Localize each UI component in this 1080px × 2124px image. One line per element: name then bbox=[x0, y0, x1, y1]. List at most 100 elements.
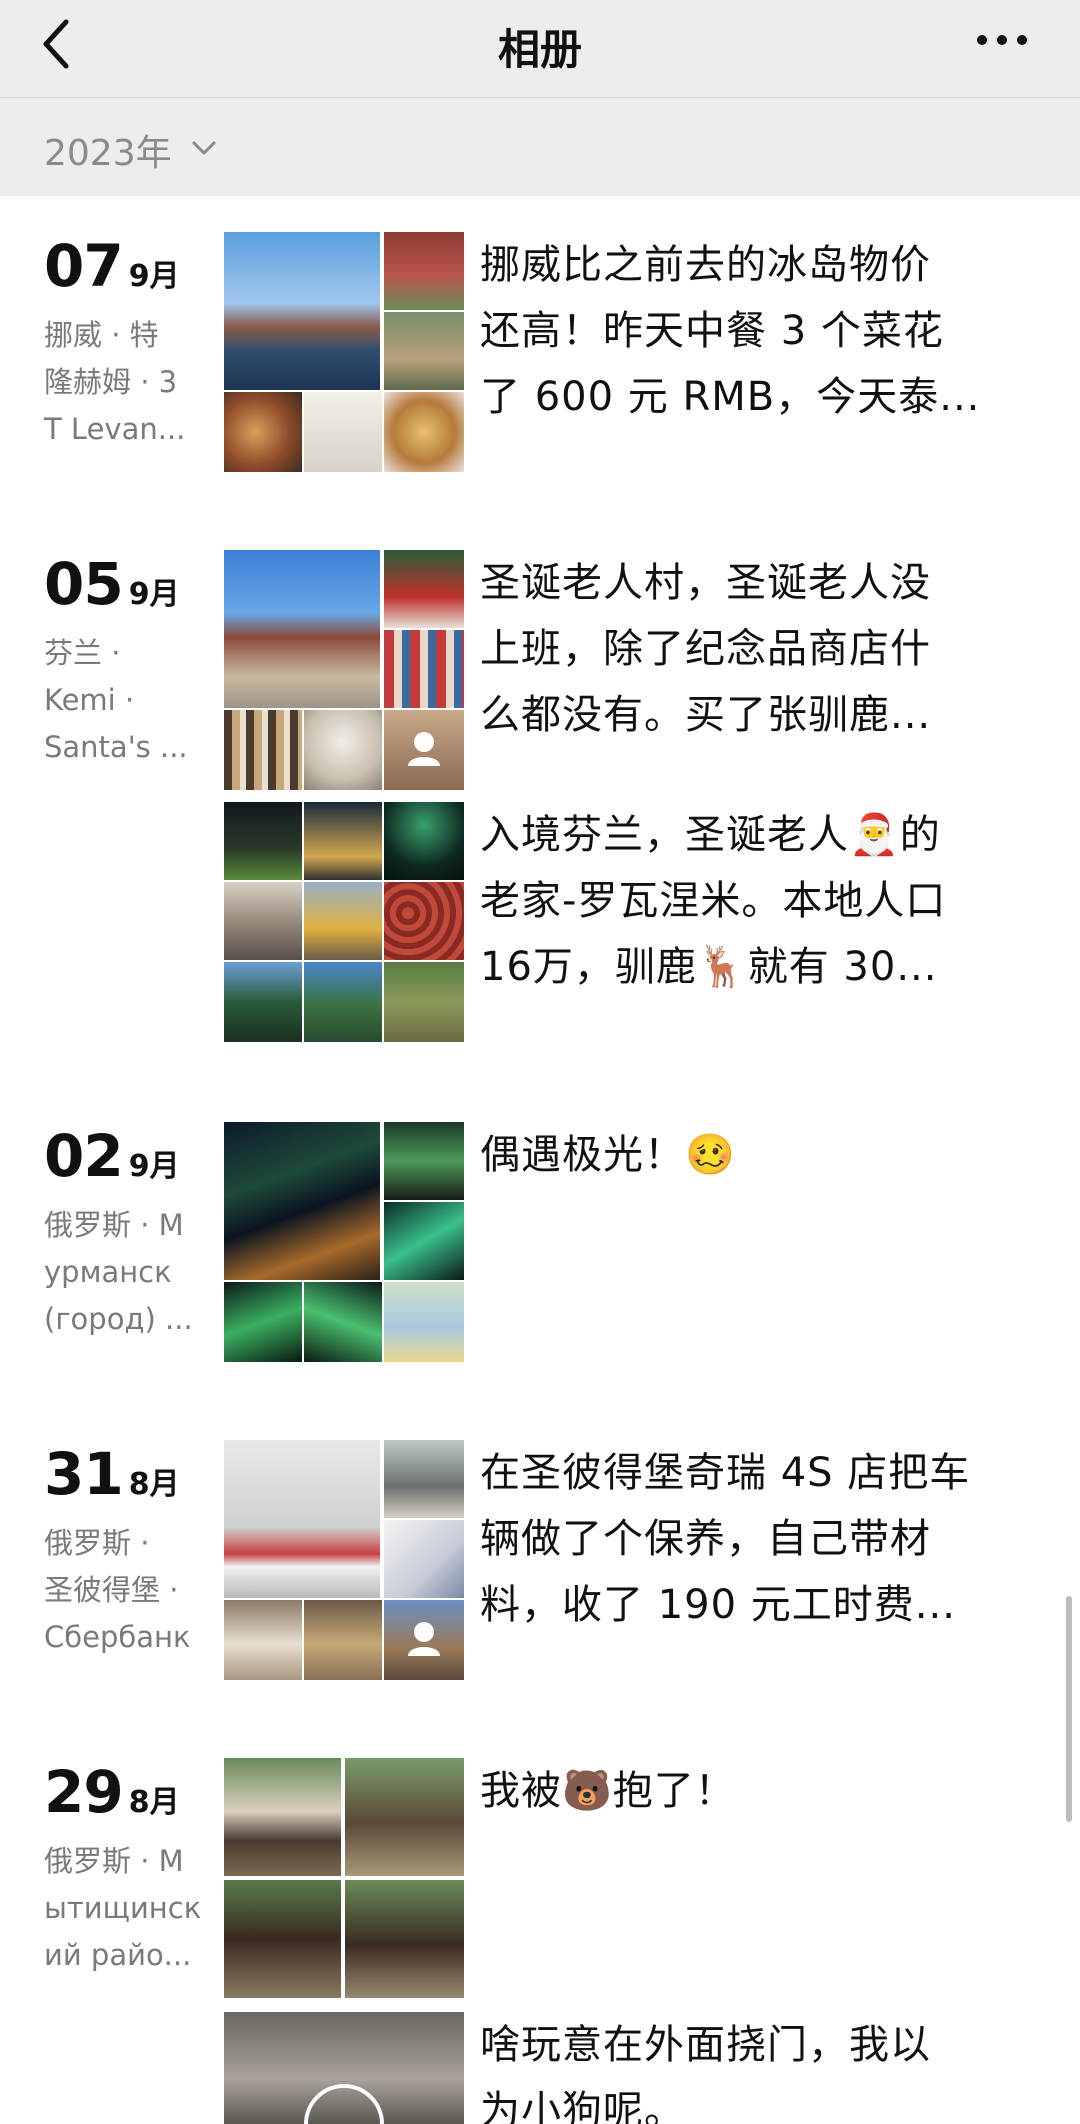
date-month: 9月 bbox=[128, 259, 180, 294]
photo-thumbnail[interactable] bbox=[304, 392, 382, 472]
photo-thumbnail[interactable] bbox=[384, 710, 464, 790]
photo-thumbnail[interactable] bbox=[384, 1202, 464, 1280]
photo-thumbnail[interactable] bbox=[224, 392, 302, 472]
photo-thumbnail[interactable] bbox=[224, 1758, 341, 1876]
date-month: 8月 bbox=[128, 1467, 180, 1502]
album-post[interactable]: 入境芬兰，圣诞老人🎅的 老家-罗瓦涅米。本地人口 16万，驯鹿🦌就有 30... bbox=[0, 802, 1080, 1042]
location-line: 芬兰 · bbox=[44, 636, 121, 670]
chevron-down-icon bbox=[192, 141, 216, 155]
video-thumbnail[interactable] bbox=[224, 2012, 464, 2124]
date-day: 07 bbox=[44, 232, 124, 300]
person-icon bbox=[408, 1622, 440, 1656]
photo-grid[interactable] bbox=[224, 802, 464, 1042]
post-date: 02 9月 bbox=[44, 1122, 180, 1190]
location-line: T Levan... bbox=[44, 412, 186, 446]
photo-grid[interactable] bbox=[224, 1440, 464, 1680]
photo-thumbnail[interactable] bbox=[224, 1122, 380, 1280]
text-line: 偶遇极光！🥴 bbox=[480, 1132, 736, 1178]
post-date: 07 9月 bbox=[44, 232, 180, 300]
date-month: 9月 bbox=[128, 577, 180, 612]
photo-thumbnail[interactable] bbox=[384, 1440, 464, 1518]
album-post[interactable]: 07 9月 挪威 · 特 隆赫姆 · 3 T Levan... 挪威比之前去的冰岛… bbox=[0, 232, 1080, 472]
text-line: 还高！昨天中餐 3 个菜花 bbox=[480, 308, 944, 354]
text-line: 为小狗呢。 bbox=[480, 2088, 685, 2124]
location-line: Santa's ... bbox=[44, 730, 188, 764]
photo-thumbnail[interactable] bbox=[224, 232, 380, 390]
photo-thumbnail[interactable] bbox=[384, 1282, 464, 1362]
photo-thumbnail[interactable] bbox=[384, 312, 464, 390]
location-line: ий райо... bbox=[44, 1938, 192, 1972]
post-date: 05 9月 bbox=[44, 550, 180, 618]
photo-thumbnail[interactable] bbox=[224, 550, 380, 708]
location-line: ытищинск bbox=[44, 1891, 202, 1925]
photo-thumbnail[interactable] bbox=[384, 1600, 464, 1680]
photo-thumbnail[interactable] bbox=[224, 1880, 341, 1998]
text-line: 挪威比之前去的冰岛物价 bbox=[480, 242, 931, 288]
photo-thumbnail[interactable] bbox=[384, 232, 464, 310]
post-text: 我被🐻抱了！ bbox=[480, 1758, 1020, 1824]
text-line: 啥玩意在外面挠门，我以 bbox=[480, 2022, 931, 2068]
location-line: 圣彼得堡 · bbox=[44, 1573, 179, 1607]
photo-thumbnail[interactable] bbox=[304, 802, 382, 880]
location-line: 挪威 · 特 bbox=[44, 318, 159, 352]
play-icon bbox=[304, 2084, 384, 2124]
photo-grid[interactable] bbox=[224, 1122, 464, 1362]
scrollbar[interactable] bbox=[1066, 1596, 1072, 1822]
photo-thumbnail[interactable] bbox=[384, 630, 464, 708]
location-line: Сбербанк bbox=[44, 1620, 191, 1654]
location-line: 俄罗斯 · bbox=[44, 1526, 150, 1560]
date-month: 9月 bbox=[128, 1149, 180, 1184]
location-line: 隆赫姆 · 3 bbox=[44, 365, 178, 399]
album-post[interactable]: 31 8月 俄罗斯 · 圣彼得堡 · Сбербанк 在圣彼得堡奇瑞 4S 店把… bbox=[0, 1440, 1080, 1680]
photo-thumbnail[interactable] bbox=[304, 962, 382, 1042]
date-day: 05 bbox=[44, 550, 124, 618]
photo-thumbnail[interactable] bbox=[304, 1600, 382, 1680]
photo-thumbnail[interactable] bbox=[304, 882, 382, 960]
post-location: 俄罗斯 · 圣彼得堡 · Сбербанк bbox=[44, 1520, 214, 1661]
text-line: 料，收了 190 元工时费... bbox=[480, 1582, 956, 1628]
post-location: 挪威 · 特 隆赫姆 · 3 T Levan... bbox=[44, 312, 214, 453]
more-button[interactable] bbox=[972, 20, 1032, 60]
photo-thumbnail[interactable] bbox=[224, 1600, 302, 1680]
photo-thumbnail[interactable] bbox=[384, 1520, 464, 1598]
photo-thumbnail[interactable] bbox=[224, 882, 302, 960]
location-line: (город) ... bbox=[44, 1302, 193, 1336]
photo-thumbnail[interactable] bbox=[384, 802, 464, 880]
photo-thumbnail[interactable] bbox=[224, 962, 302, 1042]
page-title: 相册 bbox=[497, 25, 582, 74]
photo-thumbnail[interactable] bbox=[384, 962, 464, 1042]
album-post[interactable]: 啥玩意在外面挠门，我以 为小狗呢。 bbox=[0, 2012, 1080, 2124]
location-line: 俄罗斯 · М bbox=[44, 1844, 184, 1878]
location-line: 俄罗斯 · M bbox=[44, 1208, 184, 1242]
date-day: 29 bbox=[44, 1758, 124, 1826]
album-post[interactable]: 05 9月 芬兰 · Kemi · Santa's ... 圣诞老人村，圣诞老人没… bbox=[0, 550, 1080, 790]
year-label: 2023年 bbox=[44, 133, 172, 174]
photo-thumbnail[interactable] bbox=[224, 1282, 302, 1362]
photo-thumbnail[interactable] bbox=[384, 1122, 464, 1200]
photo-thumbnail[interactable] bbox=[304, 1282, 382, 1362]
photo-grid[interactable] bbox=[224, 1758, 464, 1998]
location-line: урманск bbox=[44, 1255, 172, 1289]
photo-thumbnail[interactable] bbox=[384, 882, 464, 960]
album-post[interactable]: 02 9月 俄罗斯 · M урманск (город) ... 偶遇极光！🥴 bbox=[0, 1122, 1080, 1362]
photo-grid[interactable] bbox=[224, 2012, 464, 2124]
photo-thumbnail[interactable] bbox=[224, 710, 302, 790]
photo-thumbnail[interactable] bbox=[224, 802, 302, 880]
photo-thumbnail[interactable] bbox=[384, 550, 464, 628]
photo-thumbnail[interactable] bbox=[345, 1758, 464, 1876]
post-location: 俄罗斯 · М ытищинск ий райо... bbox=[44, 1838, 214, 1979]
photo-thumbnail[interactable] bbox=[384, 392, 464, 472]
photo-grid[interactable] bbox=[224, 550, 464, 790]
photo-grid[interactable] bbox=[224, 232, 464, 472]
location-line: Kemi · bbox=[44, 683, 135, 717]
text-line: 上班，除了纪念品商店什 bbox=[480, 626, 931, 672]
photo-thumbnail[interactable] bbox=[345, 1880, 464, 1998]
text-line: 老家-罗瓦涅米。本地人口 bbox=[480, 878, 947, 924]
post-text: 入境芬兰，圣诞老人🎅的 老家-罗瓦涅米。本地人口 16万，驯鹿🦌就有 30... bbox=[480, 802, 1020, 1000]
photo-thumbnail[interactable] bbox=[224, 1440, 380, 1598]
date-day: 31 bbox=[44, 1440, 124, 1508]
photo-thumbnail[interactable] bbox=[304, 710, 382, 790]
album-post[interactable]: 29 8月 俄罗斯 · М ытищинск ий райо... 我被🐻抱了！ bbox=[0, 1758, 1080, 1998]
date-day: 02 bbox=[44, 1122, 124, 1190]
year-selector[interactable]: 2023年 bbox=[0, 98, 1080, 196]
